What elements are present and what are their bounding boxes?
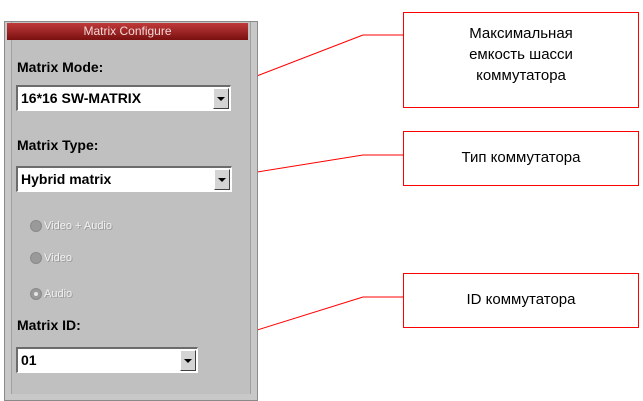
id-callout: ID коммутатора xyxy=(403,273,639,328)
matrix-mode-dropdown-button[interactable] xyxy=(213,88,229,109)
radio-audio-label: Audio xyxy=(44,288,73,300)
type-callout: Тип коммутатора xyxy=(403,131,639,186)
type-callout-text: Тип коммутатора xyxy=(461,149,581,166)
panel-title: Matrix Configure xyxy=(7,23,248,40)
radio-circle-icon xyxy=(30,220,42,232)
radio-video-label: Video xyxy=(44,252,72,264)
capacity-callout-line1: Максимальная xyxy=(469,25,573,42)
capacity-callout: Максимальная емкость шасси коммутатора xyxy=(403,12,639,108)
matrix-type-label: Matrix Type: xyxy=(17,137,99,153)
matrix-type-select[interactable]: Hybrid matrix xyxy=(16,166,232,192)
radio-selected-icon xyxy=(30,288,42,300)
radio-circle-icon xyxy=(30,252,42,264)
matrix-configure-panel xyxy=(4,21,258,401)
matrix-id-select[interactable]: 01 xyxy=(16,347,198,373)
matrix-id-value: 01 xyxy=(21,352,37,368)
capacity-callout-line2: емкость шасси xyxy=(469,46,573,63)
matrix-mode-label: Matrix Mode: xyxy=(17,59,104,75)
matrix-mode-value: 16*16 SW-MATRIX xyxy=(21,90,142,106)
capacity-callout-line3: коммутатора xyxy=(476,67,566,84)
matrix-mode-select[interactable]: 16*16 SW-MATRIX xyxy=(16,85,231,111)
radio-video-audio-label: Video + Audio xyxy=(44,220,112,232)
panel-inner xyxy=(11,22,251,394)
matrix-type-value: Hybrid matrix xyxy=(21,171,112,187)
id-callout-text: ID коммутатора xyxy=(466,291,576,308)
matrix-id-label: Matrix ID: xyxy=(17,317,81,333)
matrix-type-dropdown-button[interactable] xyxy=(214,169,230,190)
matrix-id-dropdown-button[interactable] xyxy=(180,350,196,371)
